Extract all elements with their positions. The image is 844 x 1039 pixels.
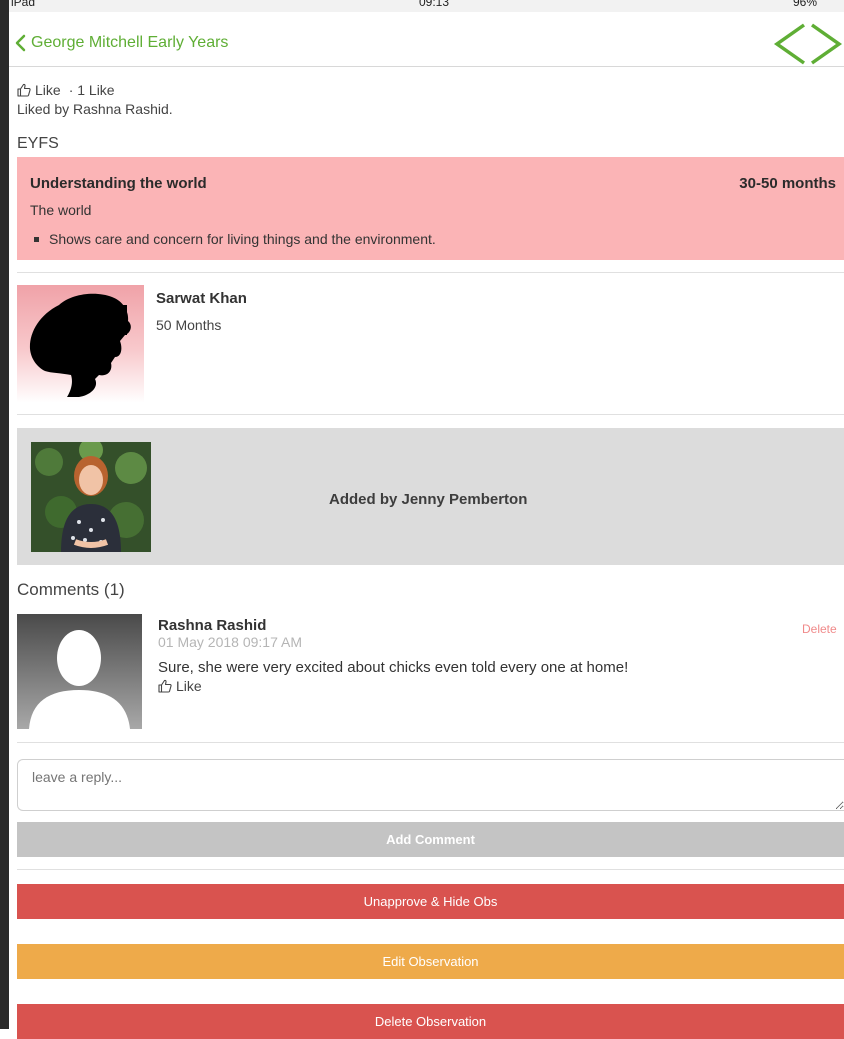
like-row: Like · 1 Like [17, 82, 115, 98]
add-comment-button[interactable]: Add Comment [17, 822, 844, 857]
comment-author: Rashna Rashid [158, 617, 267, 634]
added-by-card: Added by Jenny Pemberton [17, 428, 844, 565]
previous-arrow-icon[interactable] [772, 20, 808, 68]
child-name: Sarwat Khan [156, 290, 247, 307]
divider [17, 742, 844, 743]
chevron-left-icon [15, 34, 26, 52]
thumbs-up-icon [17, 83, 31, 97]
eyfs-statement-item: Shows care and concern for living things… [34, 231, 436, 247]
comment-text: Sure, she were very excited about chicks… [158, 659, 629, 676]
battery-level: 96% [793, 0, 818, 9]
comment-timestamp: 01 May 2018 09:17 AM [158, 634, 302, 650]
comment-like-label: Like [176, 678, 202, 694]
bullet-icon [34, 236, 39, 242]
divider [17, 869, 844, 870]
carrier-label: iPad [11, 0, 36, 9]
navigation-bar: George Mitchell Early Years [9, 12, 844, 67]
section-heading: EYFS [17, 135, 59, 152]
reply-input[interactable] [17, 759, 844, 811]
eyfs-area: Understanding the world [30, 175, 207, 192]
comment-author-avatar[interactable] [17, 614, 142, 729]
divider [17, 414, 844, 415]
thumbs-up-icon [158, 679, 172, 693]
child-age: 50 Months [156, 317, 222, 333]
back-button[interactable]: George Mitchell Early Years [15, 34, 228, 52]
eyfs-aspect: The world [30, 202, 92, 218]
edit-observation-button[interactable]: Edit Observation [17, 944, 844, 979]
status-time: 09:13 [419, 0, 450, 9]
like-count: · 1 Like [68, 82, 115, 98]
device-frame [0, 0, 9, 1029]
like-label: Like [35, 82, 61, 98]
next-arrow-icon[interactable] [808, 20, 844, 68]
eyfs-age-band: 30-50 months [739, 175, 836, 192]
added-by-text: Added by Jenny Pemberton [329, 491, 528, 508]
unapprove-hide-button[interactable]: Unapprove & Hide Obs [17, 884, 844, 919]
default-user-icon [29, 630, 130, 729]
status-bar: iPad 09:13 96% [9, 0, 844, 12]
staff-photo[interactable] [31, 442, 151, 552]
child-avatar[interactable] [17, 285, 144, 403]
like-button[interactable]: Like [17, 82, 61, 98]
comments-heading: Comments (1) [17, 580, 125, 599]
silhouette-avatar-icon [29, 293, 131, 397]
back-label: George Mitchell Early Years [31, 34, 229, 51]
comment-like-button[interactable]: Like [158, 678, 202, 694]
delete-comment-link[interactable]: Delete [802, 622, 844, 636]
delete-observation-button[interactable]: Delete Observation [17, 1004, 844, 1039]
eyfs-statement: Shows care and concern for living things… [49, 231, 436, 247]
liked-by-text: Liked by Rashna Rashid. [17, 101, 173, 117]
staff-person-icon [31, 442, 151, 552]
eyfs-assessment-card: Understanding the world 30-50 months The… [17, 157, 844, 260]
divider [17, 272, 844, 273]
